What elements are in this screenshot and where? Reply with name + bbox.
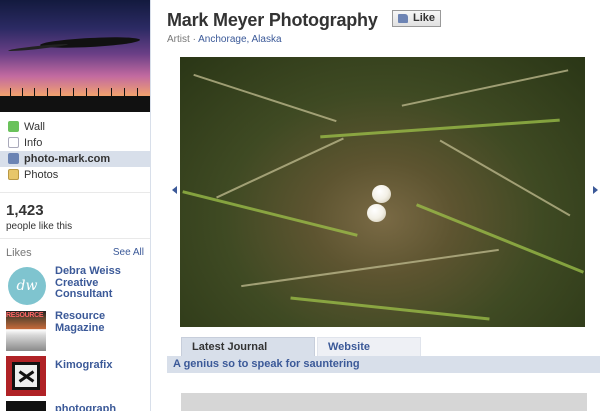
nav-item-info[interactable]: Info <box>0 135 150 151</box>
resource-logo-icon: RESOURCE <box>6 312 44 319</box>
next-arrow-icon[interactable] <box>593 186 598 194</box>
liked-page-name[interactable]: Debra Weiss Creative Consultant <box>55 265 149 301</box>
egg <box>367 204 386 222</box>
location-link[interactable]: Anchorage, Alaska <box>198 34 281 45</box>
liked-page-name[interactable]: Kimografix <box>55 359 149 372</box>
liked-page-item[interactable]: photograph <box>6 401 150 411</box>
liked-page-item[interactable]: RESOURCE Resource Magazine <box>6 310 150 351</box>
kimografix-logo-icon <box>12 362 40 390</box>
nav-item-website[interactable]: photo-mark.com <box>0 151 150 167</box>
left-sidebar: Wall Info photo-mark.com Photos 1,423 pe… <box>0 0 151 411</box>
separator: · <box>192 34 196 45</box>
nav-item-label: Info <box>24 137 43 149</box>
liked-page-item[interactable]: dw Debra Weiss Creative Consultant <box>6 265 150 306</box>
photos-icon <box>8 169 19 180</box>
divider <box>0 238 150 239</box>
ground <box>0 96 150 112</box>
liked-page-name[interactable]: Resource Magazine <box>55 310 149 334</box>
link-icon <box>8 153 19 164</box>
photo-slideshow <box>167 55 600 327</box>
journal-entry-header: A genius so to speak for sauntering <box>167 356 600 373</box>
dw-logo-icon: dw <box>8 267 46 305</box>
like-button-label: Like <box>413 12 436 24</box>
liked-page-thumbnail[interactable] <box>6 356 46 396</box>
see-all-link[interactable]: See All <box>113 247 144 258</box>
slideshow-photo[interactable] <box>180 57 585 327</box>
nav-item-photos[interactable]: Photos <box>0 167 150 183</box>
nav-item-wall[interactable]: Wall <box>0 119 150 135</box>
liked-page-name[interactable]: photograph <box>55 403 149 411</box>
page-subtitle: Artist · Anchorage, Alaska <box>167 34 282 45</box>
sidebar-nav: Wall Info photo-mark.com Photos <box>0 119 150 183</box>
likes-count: 1,423 <box>6 202 44 219</box>
likes-text: people like this <box>6 221 73 232</box>
previous-arrow-icon[interactable] <box>172 186 177 194</box>
journal-entry-title[interactable]: A genius so to speak for sauntering <box>173 358 360 370</box>
like-button[interactable]: Like <box>392 10 441 27</box>
egg <box>372 185 391 203</box>
page-category: Artist <box>167 34 190 45</box>
info-icon <box>8 137 19 148</box>
profile-picture[interactable] <box>0 0 150 112</box>
tab-latest-journal-entries[interactable]: Latest Journal Entries <box>181 337 315 372</box>
nav-item-label: Wall <box>24 121 45 133</box>
liked-page-thumbnail[interactable]: dw <box>6 266 46 306</box>
nav-item-label: photo-mark.com <box>24 153 111 165</box>
liked-page-thumbnail[interactable] <box>6 401 46 411</box>
page-title: Mark Meyer Photography <box>167 10 378 30</box>
nav-item-label: Photos <box>24 169 59 181</box>
likes-heading: Likes <box>6 247 32 259</box>
journal-entry-image <box>181 393 587 411</box>
liked-page-item[interactable]: Kimografix <box>6 356 150 396</box>
liked-page-thumbnail[interactable]: RESOURCE <box>6 311 46 351</box>
wall-icon <box>8 121 19 132</box>
tab-website-galleries[interactable]: Website Galleries <box>317 337 421 372</box>
cloud-shape <box>39 35 141 50</box>
divider <box>0 192 150 193</box>
thumbs-up-icon <box>398 14 408 23</box>
